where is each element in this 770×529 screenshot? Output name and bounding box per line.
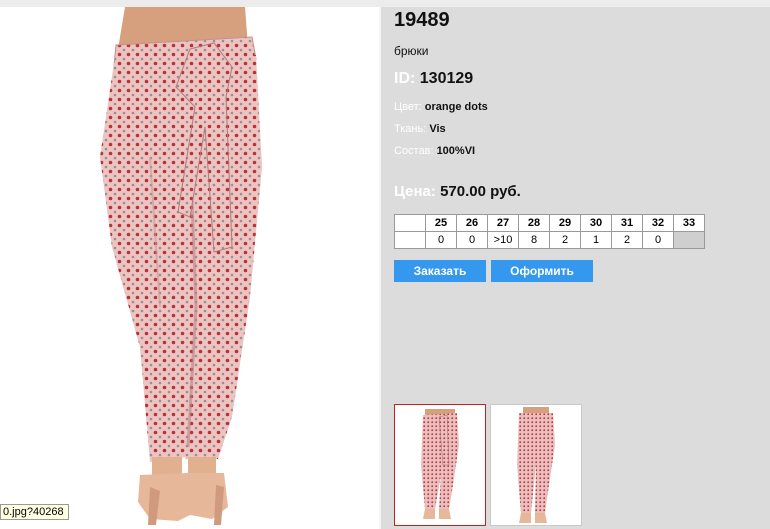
size-stock-table: 25 26 27 28 29 30 31 32 33 0 0 >10 8 2 1… (394, 214, 705, 249)
attr-composition: Состав: 100%VI (394, 145, 475, 157)
product-id-value: 130129 (419, 70, 474, 87)
size-label-29: 29 (549, 214, 581, 232)
attr-composition-value: 100%VI (436, 145, 476, 157)
price-value: 570.00 руб. (440, 183, 521, 200)
attr-fabric-label: Ткань: (394, 123, 427, 135)
stock-31[interactable]: 2 (611, 231, 643, 249)
stock-33 (673, 231, 705, 249)
size-label-31: 31 (611, 214, 643, 232)
product-photo[interactable] (0, 7, 379, 529)
thumbnail-front-icon (395, 405, 485, 525)
order-button[interactable]: Заказать (394, 260, 486, 282)
attr-fabric-value: Vis (429, 123, 446, 135)
thumbnail-back[interactable] (490, 404, 582, 526)
product-type: брюки (394, 44, 429, 58)
size-label-28: 28 (518, 214, 550, 232)
product-id-label: ID: (394, 70, 416, 87)
product-sku: 19489 (394, 9, 450, 31)
stock-28[interactable]: 8 (518, 231, 550, 249)
size-label-32: 32 (642, 214, 674, 232)
attr-color: Цвет: orange dots (394, 101, 488, 113)
stock-corner-cell (394, 231, 426, 249)
size-corner-cell (394, 214, 426, 232)
trousers-image-icon (0, 7, 379, 529)
size-label-25: 25 (425, 214, 457, 232)
panel-divider (379, 7, 381, 529)
size-row: 25 26 27 28 29 30 31 32 33 (394, 214, 705, 232)
product-id: ID: 130129 (394, 70, 473, 88)
size-label-33: 33 (673, 214, 705, 232)
thumbnail-front[interactable] (394, 404, 486, 526)
size-label-26: 26 (456, 214, 488, 232)
price-label: Цена: (394, 183, 436, 200)
stock-27[interactable]: >10 (487, 231, 519, 249)
product-price: Цена: 570.00 руб. (394, 183, 521, 200)
attr-composition-label: Состав: (394, 145, 434, 157)
stock-row: 0 0 >10 8 2 1 2 0 (394, 231, 705, 249)
stock-29[interactable]: 2 (549, 231, 581, 249)
stock-30[interactable]: 1 (580, 231, 612, 249)
top-edge (0, 0, 770, 7)
status-url-tooltip: 0.jpg?40268 (0, 504, 69, 520)
attr-fabric: Ткань: Vis (394, 123, 446, 135)
stock-25[interactable]: 0 (425, 231, 457, 249)
size-label-30: 30 (580, 214, 612, 232)
attr-color-value: orange dots (424, 101, 488, 113)
thumbnail-back-icon (491, 405, 581, 525)
size-label-27: 27 (487, 214, 519, 232)
checkout-button[interactable]: Оформить (491, 260, 593, 282)
attr-color-label: Цвет: (394, 101, 422, 113)
stock-32[interactable]: 0 (642, 231, 674, 249)
stock-26[interactable]: 0 (456, 231, 488, 249)
